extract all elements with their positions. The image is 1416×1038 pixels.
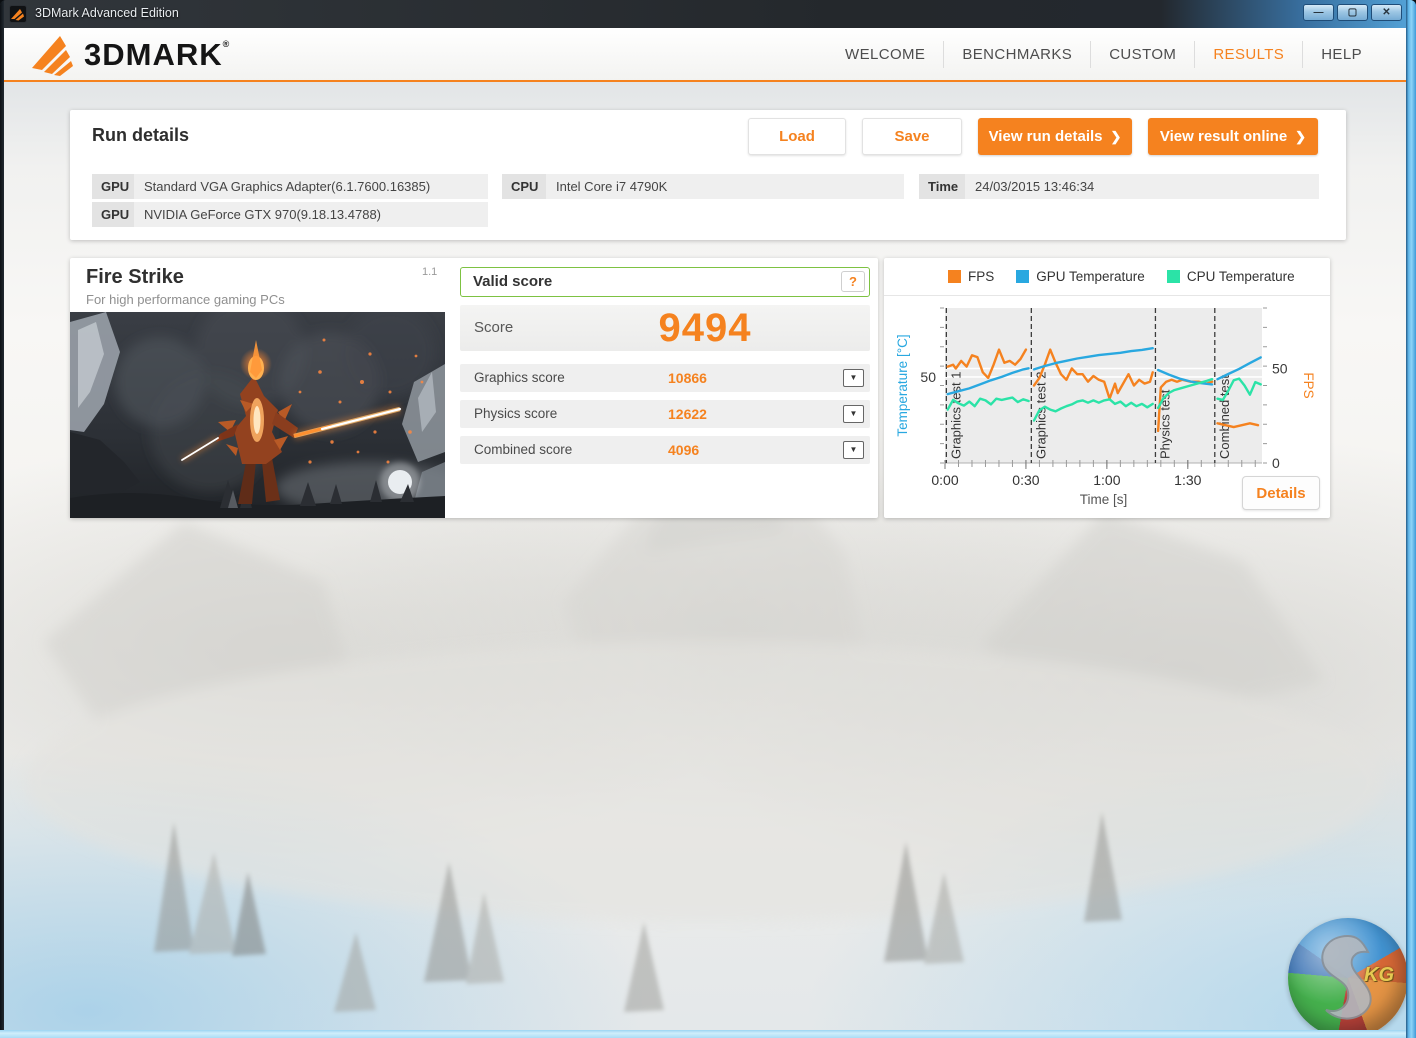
total-score-value: 9494 — [500, 305, 910, 351]
brand-text: 3DMARK® — [84, 37, 230, 73]
legend-cpu-temperature[interactable]: CPU Temperature — [1167, 269, 1295, 284]
chevron-right-icon: ❯ — [1295, 129, 1306, 145]
window-controls: — ▢ ✕ — [1303, 4, 1402, 21]
close-button[interactable]: ✕ — [1371, 4, 1402, 21]
nav-custom[interactable]: CUSTOM — [1090, 41, 1194, 68]
svg-text:50: 50 — [1272, 360, 1288, 376]
nav-welcome[interactable]: WELCOME — [827, 41, 943, 68]
legend-cpu-temp-label: CPU Temperature — [1187, 269, 1295, 284]
combined-score-value: 4096 — [668, 436, 699, 464]
svg-text:Graphics test 1: Graphics test 1 — [948, 372, 963, 459]
help-button[interactable]: ? — [841, 271, 865, 292]
content-area: Run details Load Save View run details ❯… — [4, 82, 1406, 1030]
run-details-card: Run details Load Save View run details ❯… — [70, 110, 1346, 240]
window-frame-left — [0, 0, 4, 1038]
time-label: Time — [919, 174, 965, 199]
minimize-button[interactable]: — — [1303, 4, 1334, 21]
legend-gpu-temp-label: GPU Temperature — [1036, 269, 1145, 284]
svg-text:Time [s]: Time [s] — [1080, 492, 1128, 507]
registered-mark: ® — [223, 39, 231, 49]
title-bar: 3DMark Advanced Edition — ▢ ✕ — [0, 0, 1416, 28]
watermark-text: KG — [1364, 964, 1394, 987]
run-actions: Load Save View run details ❯ View result… — [748, 118, 1318, 155]
cpu-value: Intel Core i7 4790K — [546, 174, 904, 199]
cpu-temp-swatch-icon — [1167, 270, 1180, 283]
combined-score-row: Combined score 4096 ▼ — [460, 436, 870, 464]
details-button[interactable]: Details — [1242, 476, 1320, 510]
valid-score-label: Valid score — [473, 268, 552, 296]
svg-text:FPS: FPS — [1301, 372, 1316, 398]
chevron-right-icon: ❯ — [1111, 129, 1122, 145]
benchmark-subtitle: For high performance gaming PCs — [86, 292, 285, 307]
3dmark-wing-logo-icon — [30, 34, 76, 76]
benchmark-card: Fire Strike For high performance gaming … — [70, 258, 878, 518]
view-run-details-label: View run details — [989, 128, 1103, 145]
svg-text:1:00: 1:00 — [1093, 472, 1120, 488]
combined-score-label: Combined score — [474, 436, 572, 464]
graphics-score-label: Graphics score — [474, 364, 565, 392]
legend-gpu-temperature[interactable]: GPU Temperature — [1016, 269, 1145, 284]
monitoring-chart-card: FPS GPU Temperature CPU Temperature 0:00… — [884, 258, 1330, 518]
cpu-label: CPU — [502, 174, 546, 199]
physics-score-label: Physics score — [474, 400, 557, 428]
time-value: 24/03/2015 13:46:34 — [965, 174, 1319, 199]
graphics-score-value: 10866 — [668, 364, 707, 392]
total-score-row: Score 9494 — [460, 305, 870, 351]
svg-text:Temperature [°C]: Temperature [°C] — [895, 334, 910, 436]
combined-score-expand-button[interactable]: ▼ — [843, 441, 864, 459]
load-button[interactable]: Load — [748, 118, 846, 155]
view-result-online-button[interactable]: View result online ❯ — [1148, 118, 1318, 155]
graphics-score-expand-button[interactable]: ▼ — [843, 369, 864, 387]
gpu1-label: GPU — [92, 174, 134, 199]
window-frame-bottom — [0, 1030, 1416, 1038]
nav-help[interactable]: HELP — [1302, 41, 1380, 68]
legend-fps[interactable]: FPS — [948, 269, 994, 284]
physics-score-row: Physics score 12622 ▼ — [460, 400, 870, 428]
window-frame-right — [1406, 0, 1416, 1038]
benchmark-name: Fire Strike — [86, 266, 184, 289]
app-icon — [9, 5, 27, 23]
nav-benchmarks[interactable]: BENCHMARKS — [943, 41, 1090, 68]
benchmark-version: 1.1 — [422, 266, 437, 278]
3dmark-wing-icon — [11, 8, 25, 21]
physics-score-expand-button[interactable]: ▼ — [843, 405, 864, 423]
view-run-details-button[interactable]: View run details ❯ — [978, 118, 1132, 155]
fire-strike-artwork — [70, 312, 445, 518]
gpu1-value: Standard VGA Graphics Adapter(6.1.7600.1… — [134, 174, 488, 199]
svg-text:0:00: 0:00 — [931, 472, 958, 488]
fps-swatch-icon — [948, 270, 961, 283]
svg-text:0: 0 — [1272, 455, 1280, 471]
run-details-title: Run details — [92, 125, 189, 146]
chart-legend: FPS GPU Temperature CPU Temperature — [884, 258, 1330, 296]
physics-score-value: 12622 — [668, 400, 707, 428]
window-title: 3DMark Advanced Edition — [35, 0, 179, 27]
main-nav: WELCOME BENCHMARKS CUSTOM RESULTS HELP — [827, 28, 1380, 80]
app-window: 3DMark Advanced Edition — ▢ ✕ 3DMARK® WE… — [0, 0, 1416, 1038]
valid-score-box: Valid score ? — [460, 267, 870, 297]
gpu2-label: GPU — [92, 202, 134, 227]
3dmark-logo: 3DMARK® — [30, 34, 230, 76]
svg-text:0:30: 0:30 — [1012, 472, 1039, 488]
svg-text:50: 50 — [920, 369, 936, 385]
kitguru-watermark: KG — [1288, 918, 1406, 1030]
legend-fps-label: FPS — [968, 269, 994, 284]
gpu2-value: NVIDIA GeForce GTX 970(9.18.13.4788) — [134, 202, 488, 227]
fire-strike-image — [70, 312, 445, 518]
nav-results[interactable]: RESULTS — [1194, 41, 1302, 68]
view-result-online-label: View result online — [1160, 128, 1287, 145]
app-header: 3DMARK® WELCOME BENCHMARKS CUSTOM RESULT… — [4, 28, 1406, 82]
graphics-score-row: Graphics score 10866 ▼ — [460, 364, 870, 392]
gpu-temp-swatch-icon — [1016, 270, 1029, 283]
maximize-button[interactable]: ▢ — [1337, 4, 1368, 21]
save-button[interactable]: Save — [862, 118, 962, 155]
svg-text:1:30: 1:30 — [1174, 472, 1201, 488]
